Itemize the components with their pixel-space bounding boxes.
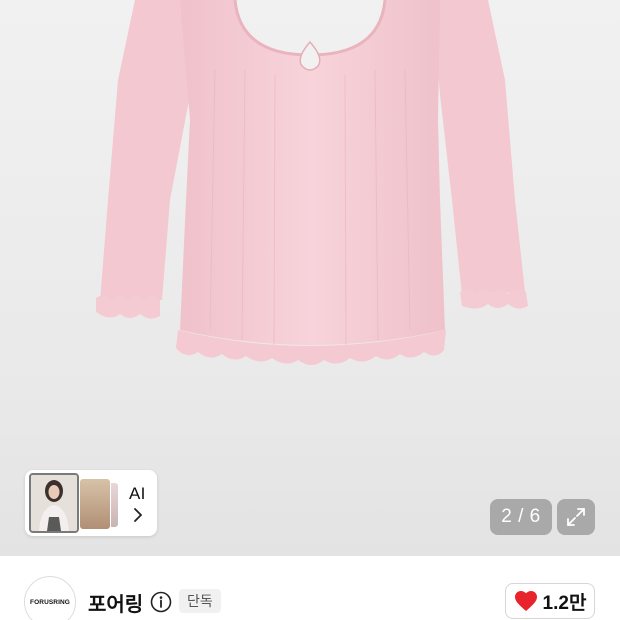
image-page-counter: 2 / 6 [490,499,552,535]
model-photo-icon [31,475,77,531]
info-circle-icon[interactable] [150,591,172,613]
heart-icon [514,591,537,611]
ai-thumbnail [29,473,79,533]
exclusive-badge: 단독 [179,589,221,613]
expand-arrows-icon [567,508,585,526]
chevron-right-icon [134,508,142,522]
like-count: 1.2만 [542,592,587,614]
like-button[interactable]: 1.2만 [505,583,595,619]
brand-logo[interactable]: FORUSRING [24,576,76,620]
product-image[interactable]: AI 2 / 6 [0,0,620,556]
ai-thumbnail [79,478,111,530]
brand-name[interactable]: 포어링 [88,588,143,617]
brand-bar: FORUSRING 포어링 단독 1.2만 [0,556,620,620]
expand-image-button[interactable] [557,499,595,535]
brand-logo-text: FORUSRING [30,598,70,606]
ai-fitting-card[interactable]: AI [25,470,157,536]
ai-label: AI [129,484,146,503]
